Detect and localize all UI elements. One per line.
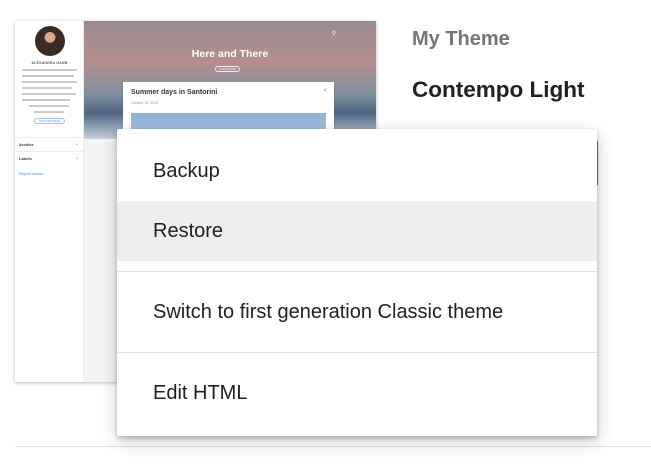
- menu-divider: [117, 352, 597, 353]
- preview-bio-line: [22, 81, 77, 83]
- preview-post-date: October 18, 2019: [131, 101, 159, 105]
- preview-post-title: Summer days in Santorini: [131, 89, 218, 96]
- preview-sidebar: ALEXANDRA GANN VISIT PROFILE Archive ⌄ L…: [15, 21, 84, 382]
- preview-bio-line: [22, 99, 70, 101]
- preview-bio-line: [22, 75, 74, 77]
- menu-item-edit-html[interactable]: Edit HTML: [117, 363, 597, 423]
- share-icon: <: [323, 88, 327, 94]
- preview-report-abuse: Report Abuse: [19, 171, 44, 176]
- preview-bio-line: [22, 69, 77, 71]
- search-icon: ⚲: [331, 31, 336, 37]
- chevron-down-icon: ⌄: [74, 141, 79, 147]
- preview-subscribe-button: SUBSCRIBE: [215, 66, 240, 72]
- preview-bio-line: [29, 105, 69, 107]
- preview-bio-line: [22, 93, 76, 95]
- theme-name: Contempo Light: [412, 77, 585, 102]
- preview-archive-row: Archive ⌄: [15, 137, 83, 151]
- section-divider: [15, 446, 651, 447]
- preview-bio-line: [22, 87, 72, 89]
- preview-labels-row: Labels ⌄: [15, 151, 83, 165]
- chevron-down-icon: ⌄: [74, 155, 79, 161]
- menu-item-switch-classic-theme[interactable]: Switch to first generation Classic theme: [117, 282, 597, 342]
- theme-options-menu: Backup Restore Switch to first generatio…: [117, 129, 597, 436]
- preview-labels-label: Labels: [19, 156, 32, 161]
- preview-bio-line: [34, 111, 64, 113]
- menu-item-backup[interactable]: Backup: [117, 141, 597, 201]
- preview-author-name: ALEXANDRA GANN: [31, 61, 68, 65]
- menu-divider: [117, 271, 597, 272]
- my-theme-heading: My Theme: [412, 28, 510, 50]
- preview-archive-label: Archive: [19, 142, 34, 147]
- menu-item-restore[interactable]: Restore: [117, 201, 597, 261]
- preview-avatar: [35, 26, 65, 56]
- preview-visit-profile-button: VISIT PROFILE: [34, 118, 65, 124]
- preview-blog-title: Here and There: [191, 48, 269, 60]
